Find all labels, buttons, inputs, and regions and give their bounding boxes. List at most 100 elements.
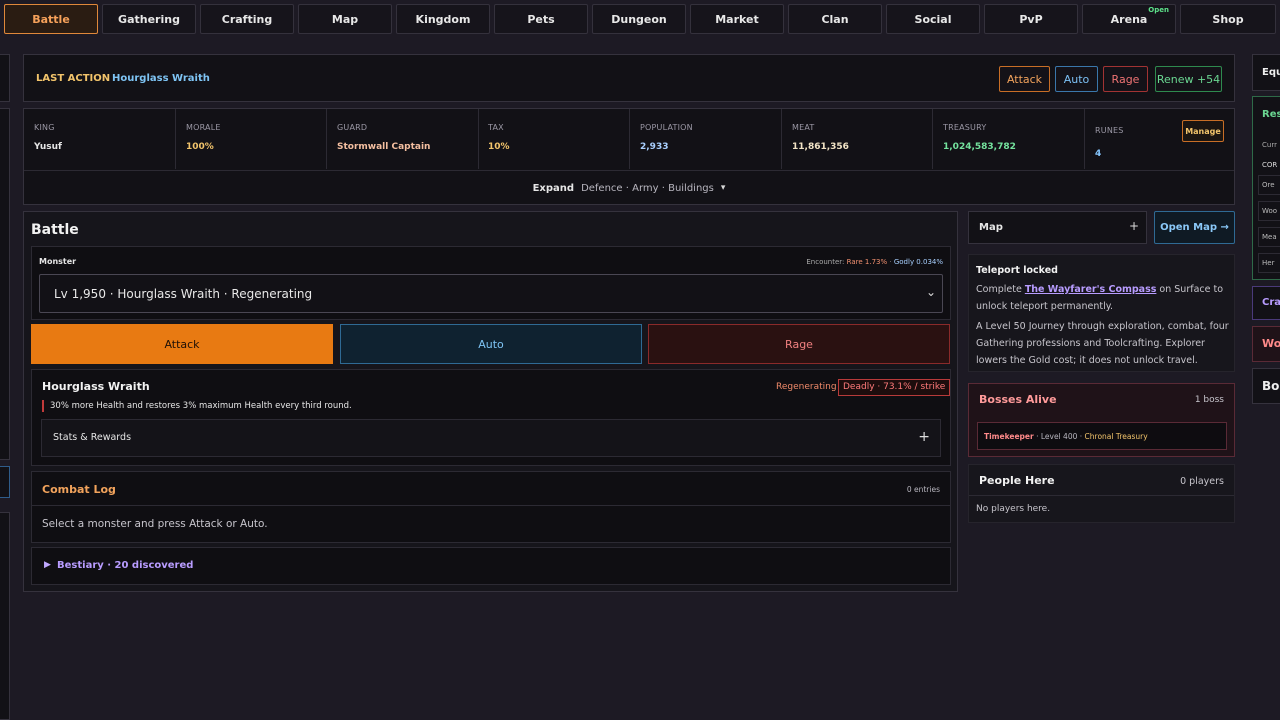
plus-icon: + — [918, 429, 930, 445]
divider — [1084, 109, 1085, 169]
last-action-rage-button[interactable]: Rage — [1103, 66, 1148, 92]
left-side-panel — [0, 466, 10, 498]
boss-item[interactable]: Timekeeper · Level 400 · Chronal Treasur… — [977, 422, 1227, 450]
auto-button[interactable]: Auto — [340, 324, 642, 364]
map-toggle[interactable]: Map + — [968, 211, 1147, 244]
selected-monster: Lv 1,950 · Hourglass Wraith · Regenerati… — [54, 287, 313, 301]
left-side-panel — [0, 54, 10, 102]
resource-wood: Woo — [1262, 207, 1278, 215]
last-action-bar: LAST ACTION Hourglass Wraith Attack Auto… — [23, 54, 1235, 102]
bosses-panel: Bosses Alive 1 boss Timekeeper · Level 4… — [968, 383, 1235, 457]
attack-button[interactable]: Attack — [31, 324, 333, 364]
last-action-renew-button[interactable]: Renew +54 — [1155, 66, 1222, 92]
rare-rate: Rare 1.73% — [846, 258, 888, 266]
treasury-value: 1,024,583,782 — [943, 142, 1016, 152]
divider — [32, 505, 950, 506]
morale-label: MORALE — [186, 123, 221, 132]
monster-trait: Regenerating · — [776, 382, 843, 392]
open-map-button[interactable]: Open Map → — [1154, 211, 1235, 244]
expand-toggle[interactable]: Expand Defence · Army · Buildings ▾ — [24, 172, 1234, 204]
monster-details: Hourglass Wraith Regenerating · Deadly ·… — [31, 369, 951, 466]
kingdom-stats-row: KING Yusuf MORALE 100% GUARD Stormwall C… — [24, 109, 1234, 171]
tab-pvp[interactable]: PvP — [984, 4, 1078, 34]
bosses-title: Bosses Alive — [979, 393, 1057, 406]
wayfarer-compass-link[interactable]: The Wayfarer's Compass — [1025, 284, 1157, 295]
manage-button[interactable]: Manage — [1182, 120, 1224, 142]
rage-button[interactable]: Rage — [648, 324, 950, 364]
boss-name: Timekeeper — [984, 432, 1034, 441]
king-label: KING — [34, 123, 55, 132]
resources-current-label: Curr — [1262, 141, 1277, 149]
monster-name: Hourglass Wraith — [42, 380, 150, 393]
combat-log-count: 0 entries — [906, 485, 940, 494]
top-navigation: Battle Gathering Crafting Map Kingdom Pe… — [0, 0, 1280, 37]
divider — [629, 109, 630, 169]
tab-social[interactable]: Social — [886, 4, 980, 34]
world-title: Wo — [1262, 337, 1280, 350]
tab-pets[interactable]: Pets — [494, 4, 588, 34]
teleport-text: Complete The Wayfarer's Compass on Surfa… — [976, 281, 1232, 315]
people-title: People Here — [979, 474, 1055, 487]
resource-ore: Ore — [1262, 181, 1275, 189]
tab-shop[interactable]: Shop — [1180, 4, 1276, 34]
teleport-panel: Teleport locked Complete The Wayfarer's … — [968, 254, 1235, 372]
stats-rewards-label: Stats & Rewards — [53, 432, 132, 443]
tax-label: TAX — [488, 123, 504, 132]
resource-row: Ore — [1258, 175, 1280, 195]
tab-arena-label: Arena — [1110, 12, 1148, 26]
left-side-panel — [0, 108, 10, 460]
battle-title: Battle — [31, 222, 79, 238]
last-action-attack-button[interactable]: Attack — [999, 66, 1050, 92]
combat-log-title: Combat Log — [42, 483, 116, 496]
runes-label: RUNES — [1095, 126, 1124, 135]
teleport-text-pre: Complete — [976, 284, 1025, 295]
encounter-rates: Encounter: Rare 1.73% · Godly 0.034% — [806, 258, 943, 266]
caret-right-icon: ▶ — [44, 560, 51, 570]
bestiary-toggle[interactable]: ▶ Bestiary · 20 discovered — [31, 547, 951, 585]
kingdom-stats-panel: KING Yusuf MORALE 100% GUARD Stormwall C… — [23, 108, 1235, 205]
plus-icon: + — [1129, 219, 1140, 233]
tab-crafting[interactable]: Crafting — [200, 4, 294, 34]
world-panel[interactable]: Wo — [1252, 326, 1280, 362]
resource-row: Her — [1258, 253, 1280, 273]
treasury-label: TREASURY — [943, 123, 987, 132]
bonus-panel[interactable]: Bo — [1252, 368, 1280, 404]
crafting-panel[interactable]: Craf — [1252, 286, 1280, 320]
last-action-auto-button[interactable]: Auto — [1055, 66, 1098, 92]
bosses-count: 1 boss — [1194, 395, 1224, 405]
people-empty: No players here. — [976, 504, 1051, 514]
select-chevron-icon: ⌄ — [925, 285, 936, 299]
divider — [932, 109, 933, 169]
monster-select[interactable]: Lv 1,950 · Hourglass Wraith · Regenerati… — [39, 274, 943, 313]
divider — [326, 109, 327, 169]
population-label: POPULATION — [640, 123, 693, 132]
people-panel: People Here 0 players No players here. — [968, 464, 1235, 523]
tab-gathering[interactable]: Gathering — [102, 4, 196, 34]
boss-location: Chronal Treasury — [1084, 432, 1148, 441]
description-accent — [42, 400, 44, 412]
divider — [175, 109, 176, 169]
encounter-label: Encounter: — [806, 258, 845, 266]
tax-value: 10% — [488, 142, 510, 152]
danger-badge: Deadly · 73.1% / strike — [838, 379, 951, 396]
equipment-panel[interactable]: Equ — [1252, 54, 1280, 91]
stats-rewards-toggle[interactable]: Stats & Rewards + — [41, 419, 941, 457]
tab-battle[interactable]: Battle — [4, 4, 98, 34]
runes-value: 4 — [1095, 149, 1102, 159]
tab-arena[interactable]: Arena Open — [1082, 4, 1176, 34]
map-title: Map — [979, 222, 1003, 233]
tab-kingdom[interactable]: Kingdom — [396, 4, 490, 34]
crafting-title: Craf — [1262, 297, 1280, 308]
resource-row: Mea — [1258, 227, 1280, 247]
tab-clan[interactable]: Clan — [788, 4, 882, 34]
tab-map[interactable]: Map — [298, 4, 392, 34]
divider — [781, 109, 782, 169]
godly-rate: Godly 0.034% — [893, 258, 943, 266]
resource-meat: Mea — [1262, 233, 1277, 241]
divider — [478, 109, 479, 169]
tab-dungeon[interactable]: Dungeon — [592, 4, 686, 34]
expand-label: Expand — [532, 182, 575, 194]
equipment-title: Equ — [1262, 67, 1280, 78]
tab-market[interactable]: Market — [690, 4, 784, 34]
resource-row: Woo — [1258, 201, 1280, 221]
